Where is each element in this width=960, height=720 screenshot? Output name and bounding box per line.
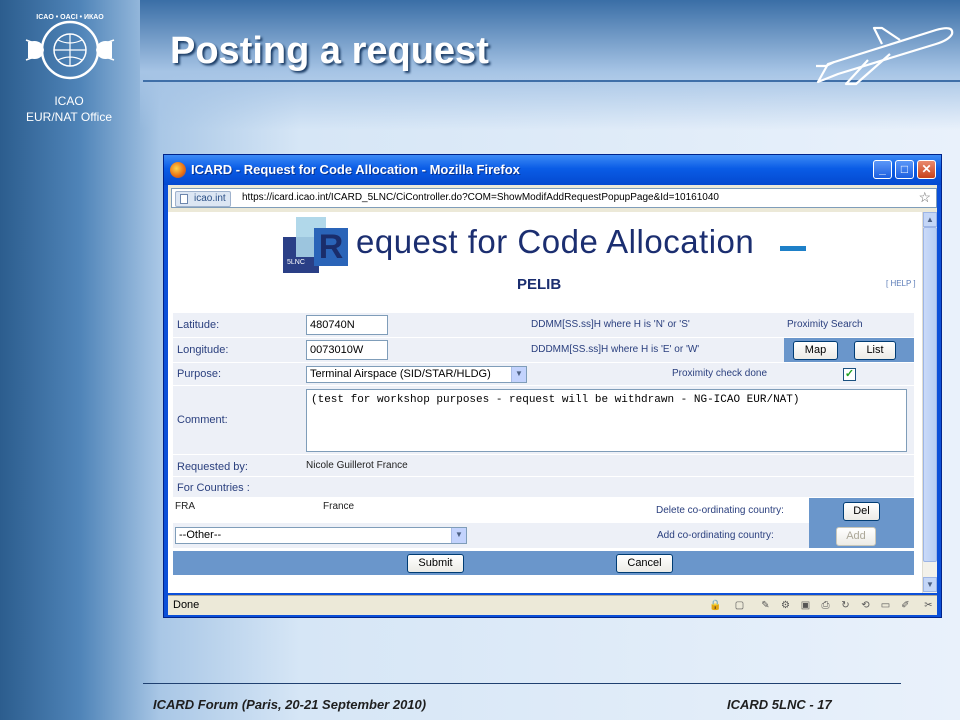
status-bar: Done 🔒 ▢ ✎ ⚙ ▣ ⎙ ↻ ⟲ ▭ ✐ ✂ <box>168 595 937 615</box>
longitude-input[interactable]: 0073010W <box>306 340 388 360</box>
lock-icon[interactable]: 🔒 <box>709 599 722 612</box>
add-country-row: --Other-- ▼ Add co-ordinating country: A… <box>173 523 914 549</box>
requested-by-label: Requested by: <box>177 461 248 473</box>
icao-logo: ICAO • OACI • ИКАО <box>25 14 115 80</box>
scroll-up-icon[interactable]: ▲ <box>923 212 937 227</box>
proximity-check-checkbox[interactable]: ✓ <box>843 368 856 381</box>
print-icon[interactable]: ⎙ <box>819 599 832 612</box>
country-name: France <box>323 501 355 512</box>
page-content: R 5LNC equest for Code Allocation PELIB … <box>168 212 922 593</box>
close-button[interactable]: ✕ <box>917 160 936 179</box>
site-identity-label: icao.int <box>194 193 226 204</box>
form-actions-bar <box>173 551 914 575</box>
for-countries-row: For Countries : <box>173 477 914 498</box>
chevron-down-icon: ▼ <box>511 367 526 382</box>
proximity-search-label: Proximity Search <box>787 319 863 330</box>
other-country-value: --Other-- <box>179 529 222 541</box>
latitude-row: Latitude: 480740N DDMM[SS.ss]H where H i… <box>173 313 914 338</box>
logo-caption-office: EUR/NAT Office <box>25 110 113 124</box>
address-bar: icao.int https://icard.icao.int/ICARD_5L… <box>168 185 937 212</box>
footer-page: ICARD 5LNC - 17 <box>727 697 832 712</box>
status-text: Done <box>173 599 200 611</box>
vertical-scrollbar[interactable]: ▲ ▼ <box>922 212 937 593</box>
country-code: FRA <box>175 501 195 512</box>
airplane-icon <box>816 26 954 86</box>
submit-button[interactable]: Submit <box>407 554 464 573</box>
longitude-row: Longitude: 0073010W DDDMM[SS.ss]H where … <box>173 338 914 363</box>
page-icon <box>180 194 188 204</box>
purpose-select[interactable]: Terminal Airspace (SID/STAR/HLDG) ▼ <box>306 366 527 383</box>
form-logo: R 5LNC <box>283 217 363 277</box>
slide-title: Posting a request <box>170 30 489 72</box>
comment-textarea[interactable]: (test for workshop purposes - request wi… <box>306 389 907 452</box>
window-icon[interactable]: ▭ <box>879 599 892 612</box>
purpose-label: Purpose: <box>177 368 222 380</box>
cancel-button[interactable]: Cancel <box>616 554 673 573</box>
latitude-input[interactable]: 480740N <box>306 315 388 335</box>
country-row: FRA France Delete co-ordinating country:… <box>173 498 914 523</box>
comment-label: Comment: <box>177 414 228 426</box>
request-name: PELIB <box>517 276 562 293</box>
delete-country-label: Delete co-ordinating country: <box>656 505 784 516</box>
proximity-check-label: Proximity check done <box>672 368 768 379</box>
logo-caption-icao: ICAO <box>54 94 84 108</box>
add-country-label: Add co-ordinating country: <box>657 530 774 541</box>
url-field[interactable]: icao.int https://icard.icao.int/ICARD_5L… <box>171 188 937 208</box>
form-heading: equest for Code Allocation <box>356 223 755 260</box>
url-text: https://icard.icao.int/ICARD_5LNC/CiCont… <box>242 192 719 203</box>
comment-row: Comment: (test for workshop purposes - r… <box>173 386 914 455</box>
logo-letter: R <box>318 228 344 266</box>
maximize-button[interactable]: □ <box>895 160 914 179</box>
scroll-thumb[interactable] <box>923 227 937 562</box>
map-button[interactable]: Map <box>793 341 838 360</box>
purpose-value: Terminal Airspace (SID/STAR/HLDG) <box>310 368 491 380</box>
latitude-hint: DDMM[SS.ss]H where H is 'N' or 'S' <box>531 319 690 330</box>
scroll-down-icon[interactable]: ▼ <box>923 577 937 592</box>
delete-country-button[interactable]: Del <box>843 502 880 521</box>
minimize-button[interactable]: _ <box>873 160 892 179</box>
page-info-icon[interactable]: ▢ <box>733 599 746 612</box>
chevron-down-icon: ▼ <box>451 528 466 543</box>
footer-rule <box>143 683 901 684</box>
other-country-select[interactable]: --Other-- ▼ <box>175 527 467 544</box>
addon-icon[interactable]: ⚙ <box>779 599 792 612</box>
site-identity-button[interactable]: icao.int <box>175 191 231 207</box>
window-title: ICARD - Request for Code Allocation - Mo… <box>191 162 520 177</box>
history-icon[interactable]: ⟲ <box>859 599 872 612</box>
pen-icon[interactable]: ✎ <box>759 599 772 612</box>
window-titlebar[interactable]: ICARD - Request for Code Allocation - Mo… <box>164 155 941 185</box>
logo-ring-text: ICAO • OACI • ИКАО <box>36 14 104 21</box>
longitude-hint: DDDMM[SS.ss]H where H is 'E' or 'W' <box>531 344 700 355</box>
list-button[interactable]: List <box>854 341 896 360</box>
bookmark-star-icon[interactable]: ☆ <box>918 189 931 206</box>
longitude-label: Longitude: <box>177 344 229 356</box>
edit-icon[interactable]: ✐ <box>899 599 912 612</box>
tools-icon[interactable]: ✂ <box>922 599 935 612</box>
firefox-window: ICARD - Request for Code Allocation - Mo… <box>163 154 942 618</box>
help-link[interactable]: [ HELP ] <box>886 279 916 288</box>
firefox-icon <box>170 162 186 178</box>
latitude-label: Latitude: <box>177 319 220 331</box>
reload-icon[interactable]: ↻ <box>839 599 852 612</box>
add-country-button[interactable]: Add <box>836 527 876 546</box>
purpose-row: Purpose: Terminal Airspace (SID/STAR/HLD… <box>173 363 914 386</box>
save-icon[interactable]: ▣ <box>799 599 812 612</box>
logo-small-text: 5LNC <box>287 259 305 266</box>
requested-by-row: Requested by: Nicole Guillerot France <box>173 455 914 477</box>
heading-accent <box>780 246 806 251</box>
footer-event: ICARD Forum (Paris, 20-21 September 2010… <box>153 697 427 712</box>
requested-by-value: Nicole Guillerot France <box>306 460 408 471</box>
for-countries-label: For Countries : <box>177 482 250 494</box>
